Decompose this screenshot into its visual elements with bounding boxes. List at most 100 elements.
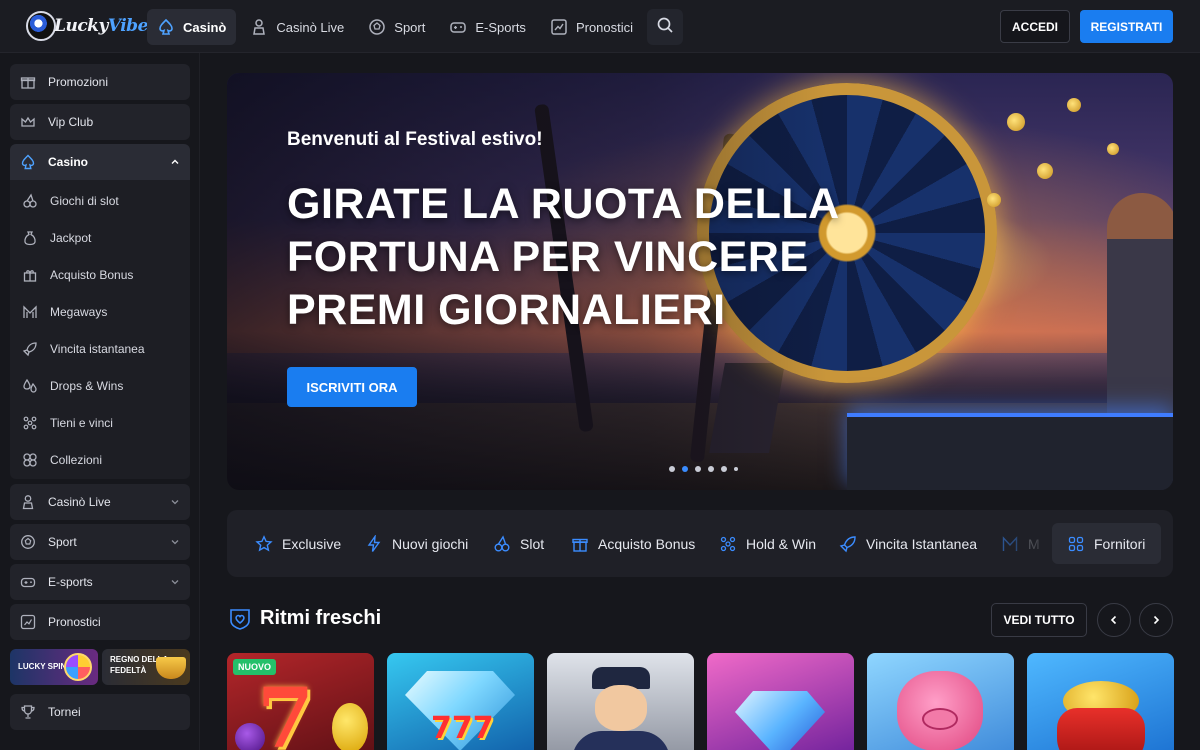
submenu-item-giochi-di-slot[interactable]: Giochi di slot	[22, 191, 119, 211]
game-tile-pink-pig[interactable]	[867, 653, 1014, 750]
diamond-icon	[735, 691, 825, 750]
game-tile-pink-diamond[interactable]	[707, 653, 854, 750]
sidebar-item-label: Pronostici	[48, 615, 101, 629]
main-nav: Casinò Casinò Live Sport E-Sports Pronos…	[147, 9, 684, 45]
sidebar-item-casino[interactable]: Casino	[10, 144, 190, 180]
logo[interactable]: LuckyVibe	[26, 9, 148, 45]
sidebar-item-vip-club[interactable]: Vip Club	[10, 104, 190, 140]
carousel-next-button[interactable]	[1139, 603, 1173, 637]
game-tile-sailor[interactable]	[547, 653, 694, 750]
seven-symbol-icon: 7	[257, 671, 315, 750]
rocket-icon	[839, 535, 857, 553]
chevron-down-icon	[170, 497, 180, 507]
providers-grid-icon	[1068, 536, 1084, 552]
submenu-item-acquisto-bonus[interactable]: Acquisto Bonus	[22, 265, 133, 285]
sidebar-item-esports[interactable]: E-sports	[10, 564, 190, 600]
sidebar-item-pronostici[interactable]: Pronostici	[10, 604, 190, 640]
coin-icon	[987, 193, 1001, 207]
red-pot-icon	[1057, 708, 1145, 750]
coin-icon	[1107, 143, 1119, 155]
game-tile-diamond-777[interactable]: 777	[387, 653, 534, 750]
nav-sport[interactable]: Sport	[358, 9, 435, 45]
coin-icon	[1037, 163, 1053, 179]
lightning-icon	[365, 534, 383, 553]
category-bar: Exclusive Nuovi giochi Slot Acquisto Bon…	[227, 510, 1173, 577]
category-scroll-fade	[997, 510, 1057, 577]
category-acquisto-bonus[interactable]: Acquisto Bonus	[571, 510, 695, 577]
submenu-item-megaways[interactable]: Megaways	[22, 302, 107, 322]
carousel-dot[interactable]	[721, 466, 727, 472]
carousel-dot[interactable]	[734, 467, 738, 471]
submenu-item-tieni-e-vinci[interactable]: Tieni e vinci	[22, 413, 113, 433]
sidebar-item-label: Tornei	[48, 705, 81, 719]
sidebar-item-label: E-sports	[48, 575, 93, 589]
wheel-icon	[64, 653, 92, 681]
submenu-item-vincita-istantanea[interactable]: Vincita istantanea	[22, 339, 145, 359]
cherries-icon	[22, 193, 38, 209]
nav-pronostici[interactable]: Pronostici	[540, 9, 643, 45]
nav-casino-live[interactable]: Casinò Live	[240, 9, 354, 45]
signup-now-button[interactable]: ISCRIVITI ORA	[287, 367, 417, 407]
soccer-ball-icon	[20, 534, 36, 550]
logo-text: LuckyVibe	[54, 16, 148, 36]
submenu-item-label: Acquisto Bonus	[50, 268, 134, 282]
category-hold-win[interactable]: Hold & Win	[719, 510, 816, 577]
nav-label: Sport	[394, 19, 426, 35]
trophy-cup-icon	[156, 657, 186, 679]
chevron-down-icon	[170, 537, 180, 547]
providers-button[interactable]: Fornitori	[1052, 523, 1161, 564]
casino-submenu: Giochi di slot Jackpot Acquisto Bonus Me…	[10, 180, 190, 479]
submenu-item-jackpot[interactable]: Jackpot	[22, 228, 91, 248]
lucky-spin-label: LUCKY SPIN	[18, 662, 67, 671]
submenu-item-collezioni[interactable]: Collezioni	[22, 450, 102, 470]
coin-icon	[1007, 113, 1025, 131]
sailor-body-icon	[572, 731, 670, 750]
sidebar-item-promozioni[interactable]: Promozioni	[10, 64, 190, 100]
loyalty-kingdom-card[interactable]: REGNO DELLA FEDELTÀ	[102, 649, 190, 685]
game-tile-seven-fruits[interactable]: 7 NUOVO	[227, 653, 374, 750]
game-tile-red-pot-gold[interactable]	[1027, 653, 1174, 750]
trophy-icon	[20, 704, 36, 720]
login-button[interactable]: ACCEDI	[1000, 10, 1070, 43]
chart-icon	[20, 614, 36, 630]
carousel-dot[interactable]	[682, 466, 688, 472]
chevron-left-icon	[1108, 614, 1120, 626]
megaways-icon	[22, 304, 38, 320]
pig-snout-icon	[922, 708, 958, 730]
submenu-item-label: Vincita istantanea	[50, 342, 145, 356]
submenu-item-drops-wins[interactable]: Drops & Wins	[22, 376, 123, 396]
lemon-icon	[332, 703, 368, 750]
sidebar-item-sport[interactable]: Sport	[10, 524, 190, 560]
carousel-prev-button[interactable]	[1097, 603, 1131, 637]
carousel-dot[interactable]	[708, 466, 714, 472]
coin-icon	[1067, 98, 1081, 112]
star-icon	[255, 534, 273, 553]
nav-casino[interactable]: Casinò	[147, 9, 237, 45]
heart-shield-icon	[228, 607, 252, 631]
sailor-face-icon	[595, 685, 647, 731]
submenu-item-label: Collezioni	[50, 453, 103, 467]
category-label: Hold & Win	[746, 535, 817, 552]
sidebar-item-label: Vip Club	[48, 115, 94, 129]
category-exclusive[interactable]: Exclusive	[255, 510, 341, 577]
sidebar-item-tornei[interactable]: Tornei	[10, 694, 190, 730]
chevron-right-icon	[1150, 614, 1162, 626]
search-button[interactable]	[647, 9, 684, 45]
lucky-spin-card[interactable]: LUCKY SPIN	[10, 649, 98, 685]
collections-icon	[22, 452, 38, 468]
register-button[interactable]: REGISTRATI	[1080, 10, 1173, 43]
category-nuovi-giochi[interactable]: Nuovi giochi	[365, 510, 468, 577]
category-label: Nuovi giochi	[392, 535, 469, 552]
category-vincita-istantanea[interactable]: Vincita Istantanea	[839, 510, 977, 577]
category-slot[interactable]: Slot	[493, 510, 544, 577]
submenu-item-label: Jackpot	[50, 231, 92, 245]
submenu-item-label: Giochi di slot	[50, 194, 119, 208]
sidebar-item-casino-live[interactable]: Casinò Live	[10, 484, 190, 520]
providers-label: Fornitori	[1094, 535, 1146, 552]
see-all-button[interactable]: VEDI TUTTO	[991, 603, 1087, 637]
carousel-dot[interactable]	[669, 466, 675, 472]
hero-banner[interactable]: Benvenuti al Festival estivo! GIRATE LA …	[227, 73, 1173, 490]
carousel-dot[interactable]	[695, 466, 701, 472]
nav-esports[interactable]: E-Sports	[439, 9, 536, 45]
nav-label: E-Sports	[475, 19, 526, 35]
